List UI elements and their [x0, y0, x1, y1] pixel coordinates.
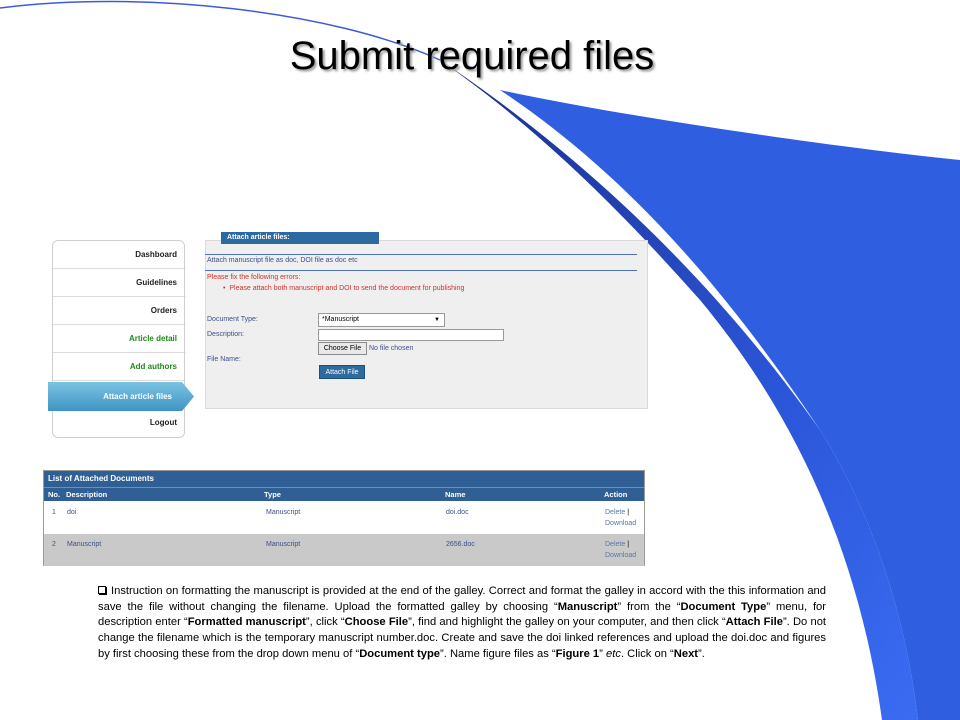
table-row: 2 Manuscript Manuscript 2656.doc Delete …	[44, 534, 644, 566]
cell-description: Manuscript	[67, 541, 102, 548]
file-name-label: File Name:	[207, 356, 241, 363]
instruction-bold: Choose File	[344, 616, 409, 629]
document-type-label: Document Type:	[207, 316, 258, 323]
error-item-text: Please attach both manuscript and DOI to…	[229, 285, 465, 292]
cell-type: Manuscript	[266, 541, 301, 548]
divider	[205, 254, 637, 255]
description-label: Description:	[207, 331, 244, 338]
delete-link[interactable]: Delete	[605, 509, 625, 516]
attach-hint: Attach manuscript file as doc, DOI file …	[207, 257, 358, 264]
instruction-bold: Document type	[359, 647, 440, 660]
attached-documents-table: List of Attached Documents No. Descripti…	[43, 470, 645, 566]
instruction-fragment: . Click on “	[620, 647, 674, 660]
column-header-description: Description	[66, 490, 108, 499]
instruction-fragment: ”, find and highlight the galley on your…	[408, 616, 726, 629]
instruction-bold: Attach File	[725, 616, 783, 629]
attach-file-button[interactable]: Attach File	[319, 365, 365, 379]
error-heading: Please fix the following errors:	[207, 274, 301, 281]
table-title: List of Attached Documents	[44, 471, 644, 487]
sidebar-item-orders[interactable]: Orders	[53, 297, 186, 325]
cell-action: Delete | Download	[605, 507, 636, 529]
instruction-bold: Figure 1	[555, 647, 600, 660]
table-header: No. Description Type Name Action	[44, 487, 644, 501]
slide-title: Submit required files	[289, 34, 655, 78]
sidebar-item-article-detail[interactable]: Article detail	[53, 325, 186, 353]
column-header-name: Name	[445, 490, 466, 499]
sidebar-item-dashboard[interactable]: Dashboard	[53, 241, 186, 269]
choose-file-button[interactable]: Choose File	[318, 342, 367, 355]
column-header-no: No.	[48, 490, 61, 499]
cell-type: Manuscript	[266, 509, 301, 516]
download-link[interactable]: Download	[605, 520, 636, 527]
instruction-fragment: ” from the “	[617, 600, 681, 613]
instruction-fragment: ”. Name figure files as “	[440, 647, 556, 660]
download-link[interactable]: Download	[605, 552, 636, 559]
action-separator: |	[627, 509, 630, 516]
error-item: • Please attach both manuscript and DOI …	[223, 285, 464, 292]
cell-no: 1	[52, 509, 56, 516]
cell-name: 2656.doc	[446, 541, 475, 548]
instruction-fragment: ”	[599, 647, 606, 660]
column-header-type: Type	[264, 490, 281, 499]
instruction-fragment: ”.	[698, 647, 705, 660]
instruction-italic: etc	[606, 647, 621, 660]
instruction-bold: Document Type	[680, 600, 767, 613]
delete-link[interactable]: Delete	[605, 541, 625, 548]
action-separator: |	[627, 541, 630, 548]
instruction-text: Instruction on formatting the manuscript…	[98, 584, 826, 663]
sidebar-item-guidelines[interactable]: Guidelines	[53, 269, 186, 297]
cell-no: 2	[52, 541, 56, 548]
sidebar-item-add-authors[interactable]: Add authors	[53, 353, 186, 381]
column-header-action: Action	[604, 490, 628, 499]
table-row: 1 doi Manuscript doi.doc Delete | Downlo…	[44, 502, 644, 534]
no-file-chosen-text: No file chosen	[369, 345, 414, 352]
sidebar-item-attach-article-files[interactable]: Attach article files	[48, 382, 172, 411]
checkbox-bullet-icon	[98, 586, 106, 594]
cell-action: Delete | Download	[605, 539, 636, 561]
document-type-select[interactable]: *Manuscript ▼	[318, 313, 445, 327]
description-input[interactable]	[318, 329, 504, 341]
instruction-fragment: ”, click “	[305, 616, 345, 629]
instruction-bold: Formatted manuscript	[187, 616, 306, 629]
divider	[205, 270, 637, 271]
cell-name: doi.doc	[446, 509, 469, 516]
cell-description: doi	[67, 509, 77, 516]
sidebar-item-logout[interactable]: Logout	[53, 409, 186, 437]
chevron-down-icon: ▼	[434, 317, 440, 323]
instruction-bold: Manuscript	[557, 600, 618, 613]
document-type-value: *Manuscript	[322, 316, 359, 323]
attach-files-tab: Attach article files:	[221, 232, 379, 244]
instruction-bold: Next	[673, 647, 699, 660]
